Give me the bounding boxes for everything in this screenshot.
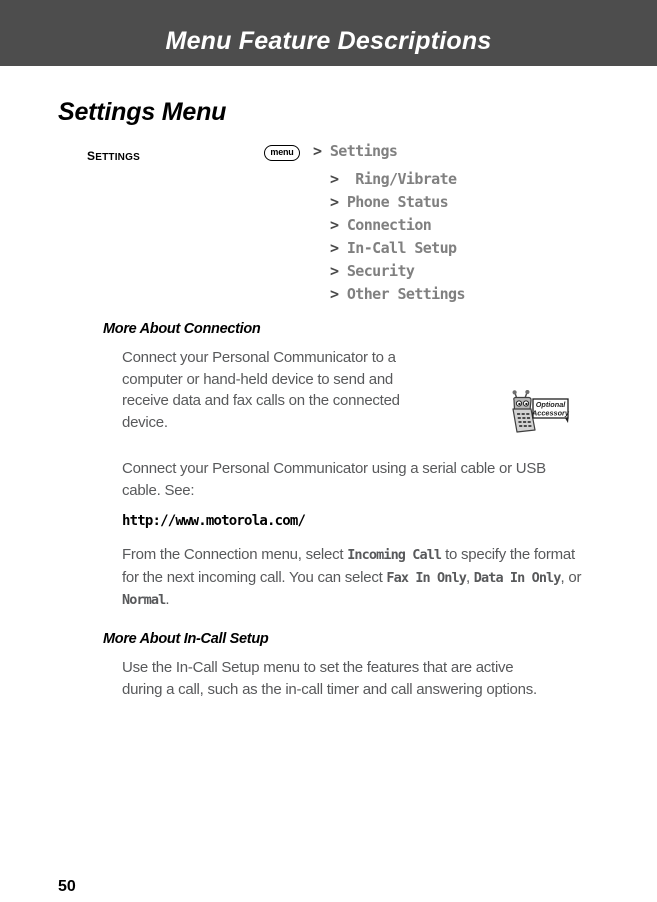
running-header-title: Menu Feature Descriptions	[165, 27, 492, 55]
menu-item-phone-status[interactable]: > Phone Status	[330, 193, 449, 211]
page-running-header: Menu Feature Descriptions	[0, 0, 657, 66]
menu-item-ring-vibrate[interactable]: > Ring/Vibrate	[330, 170, 457, 188]
caret-icon: >	[330, 193, 339, 211]
caret-icon: >	[330, 262, 339, 280]
caret-icon: >	[330, 170, 339, 188]
menu-item-label: Connection	[346, 216, 432, 234]
menu-path-root-label: Settings	[329, 142, 398, 160]
page-title: Settings Menu	[58, 98, 227, 126]
motorola-url[interactable]: http://www.motorola.com/	[122, 513, 306, 529]
page-number: 50	[58, 878, 76, 895]
paragraph-connection-3: From the Connection menu, select Incomin…	[122, 544, 582, 612]
subsection-heading-connection: More About Connection	[103, 321, 261, 337]
menu-term-normal: Normal	[122, 592, 166, 608]
menu-item-label: Phone Status	[346, 193, 449, 211]
menu-item-label: In-Call Setup	[346, 239, 457, 257]
menu-term-data-in-only: Data In Only	[473, 569, 562, 586]
menu-item-security[interactable]: > Security	[330, 262, 415, 280]
paragraph-in-call-setup-1: Use the In-Call Setup menu to set the fe…	[122, 659, 537, 698]
menu-item-label: Security	[346, 262, 415, 280]
menu-term-incoming-call: Incoming Call	[347, 547, 442, 563]
caret-icon: >	[330, 216, 339, 234]
caret-icon: >	[330, 285, 339, 303]
paragraph-lead-text: From the Connection menu, select	[122, 546, 348, 563]
subsection-heading-in-call-setup: More About In-Call Setup	[103, 631, 269, 647]
paragraph-separator-2: , or	[560, 568, 582, 586]
menu-entry-label: SETTINGS	[87, 145, 140, 164]
accessory-label-line2: Accessory	[531, 408, 570, 417]
paragraph-tail-text: .	[165, 591, 170, 608]
menu-key-icon[interactable]: menu	[264, 145, 300, 161]
menu-item-in-call-setup[interactable]: > In-Call Setup	[330, 239, 457, 257]
caret-icon: >	[330, 239, 339, 257]
menu-item-label: Ring/Vibrate	[346, 170, 457, 188]
paragraph-connection-2: Connect your Personal Communicator using…	[122, 460, 546, 499]
paragraph-connection-1: Connect your Personal Communicator to a …	[122, 349, 400, 431]
optional-accessory-icon: Optional Accessory	[508, 389, 572, 434]
caret-icon: >	[313, 142, 322, 160]
menu-item-other-settings[interactable]: > Other Settings	[330, 285, 466, 303]
menu-path-root: > Settings	[313, 142, 398, 160]
menu-item-connection[interactable]: > Connection	[330, 216, 432, 234]
page-content: Settings Menu SETTINGS menu > Settings >…	[0, 66, 657, 902]
menu-term-fax-in-only: Fax In Only	[386, 569, 466, 586]
menu-item-label: Other Settings	[346, 285, 466, 303]
paragraph-separator-1: ,	[465, 568, 474, 586]
